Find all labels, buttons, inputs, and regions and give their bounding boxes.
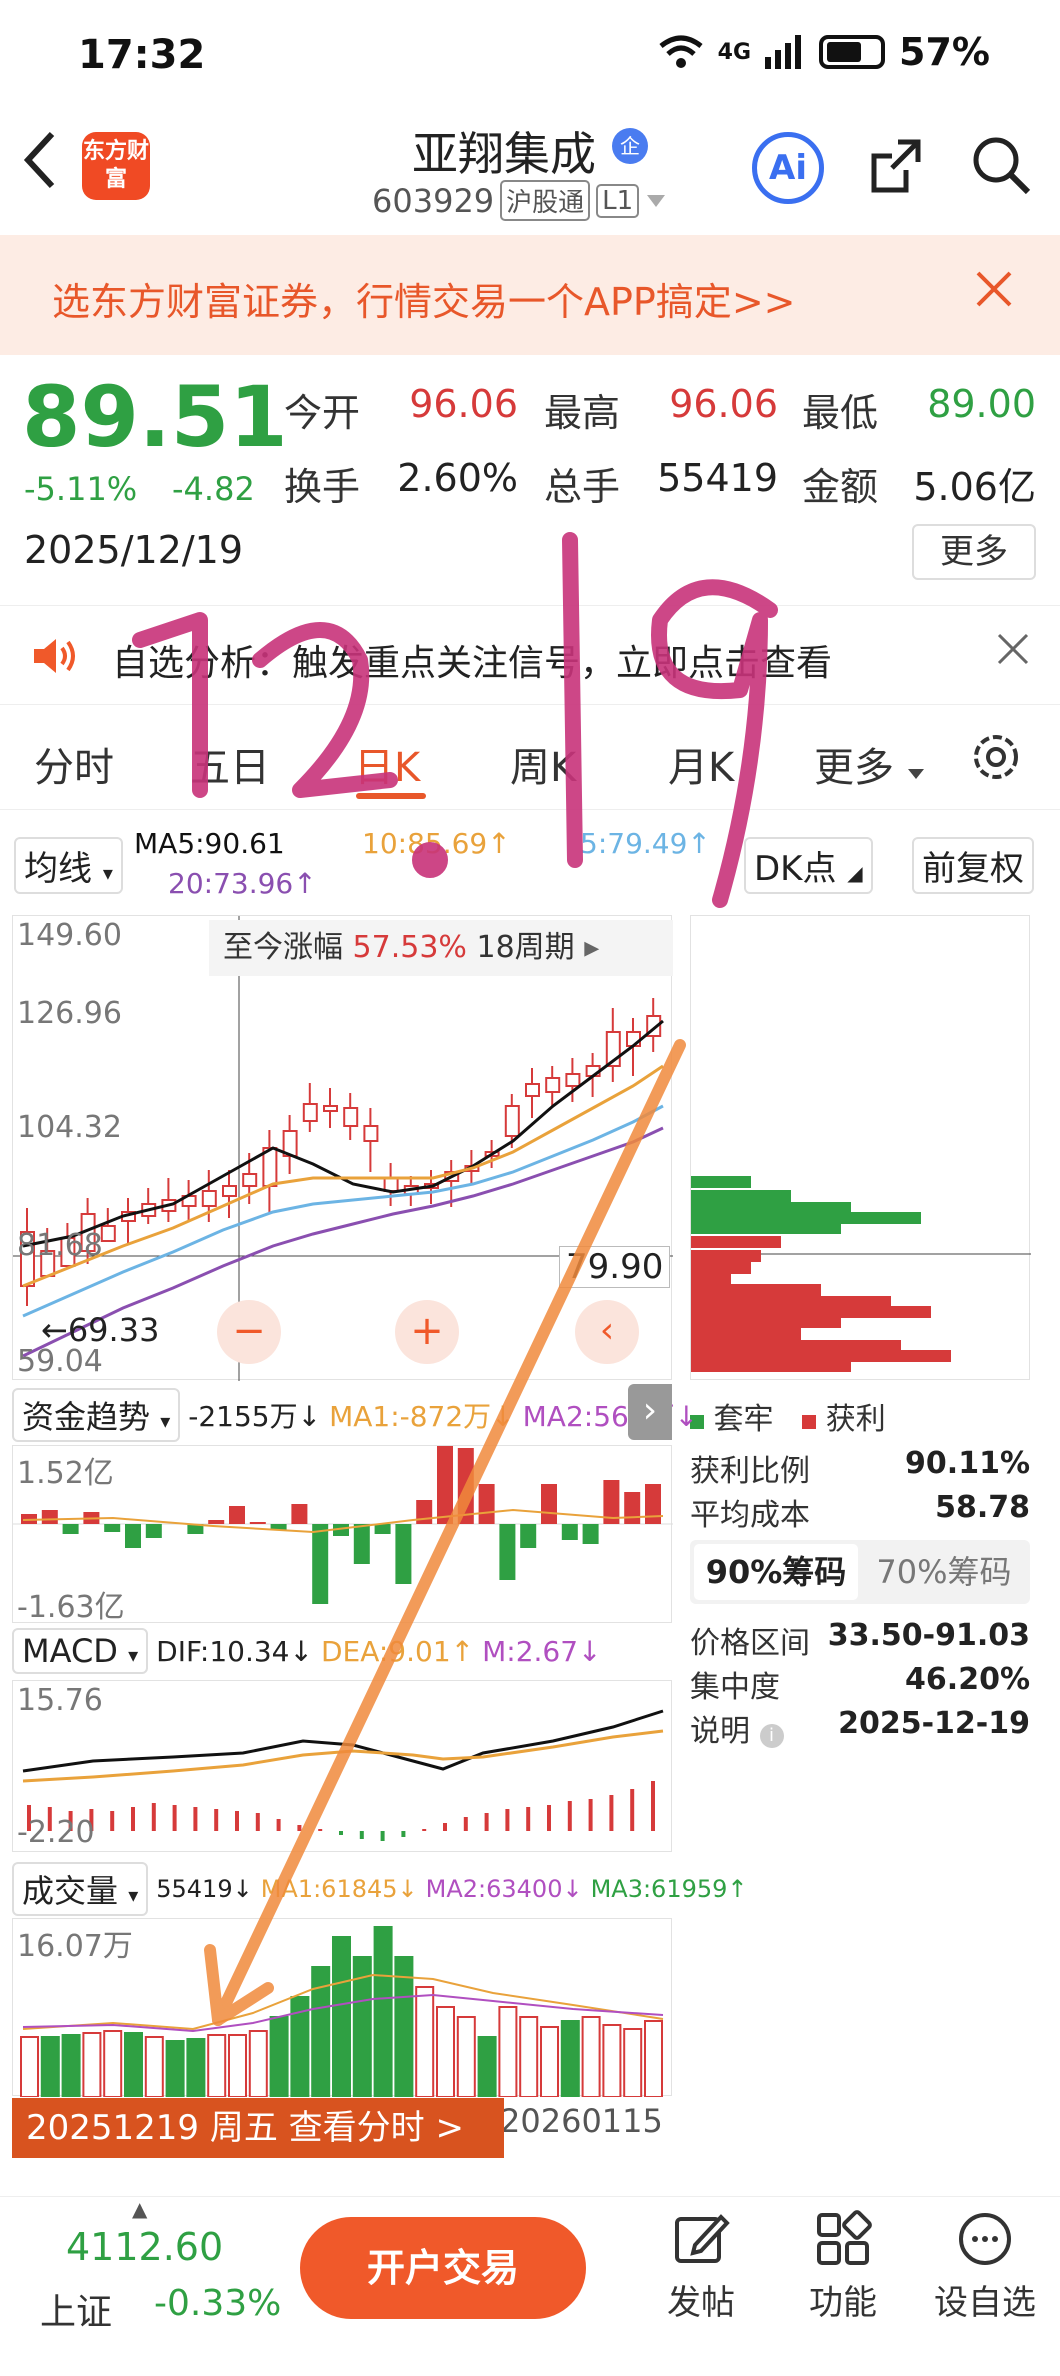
nav-watchlist-label: 设自选	[934, 2283, 1036, 2323]
index-value[interactable]: 4112.60	[66, 2225, 223, 2269]
annotation-overlay	[132, 532, 778, 2026]
nav-function-label: 功能	[809, 2283, 877, 2323]
more-circle-icon	[959, 2213, 1011, 2265]
index-name: 上证	[40, 2292, 113, 2333]
orange-arrow-annotation	[204, 1039, 686, 2026]
nav-post[interactable]: 发帖	[646, 2209, 756, 2324]
handwritten-date-annotation	[132, 532, 778, 908]
nav-post-label: 发帖	[667, 2283, 735, 2323]
index-change: -0.33%	[154, 2283, 282, 2324]
open-account-button[interactable]: 开户交易	[300, 2217, 586, 2319]
nav-function[interactable]: 功能	[788, 2209, 898, 2324]
nav-watchlist[interactable]: 设自选	[930, 2209, 1040, 2324]
app-screen: 17:32 4G 57% 东方财富 亚翔集成 企 603929 沪股通 L1 A…	[0, 0, 1060, 2376]
edit-icon	[675, 2214, 730, 2263]
caret-up-icon: ▲	[132, 2197, 148, 2221]
bottom-bar: ▲ 4112.60 上证 -0.33% 开户交易 发帖 功能 设自选	[0, 2196, 1060, 2376]
grid-icon	[817, 2210, 872, 2265]
